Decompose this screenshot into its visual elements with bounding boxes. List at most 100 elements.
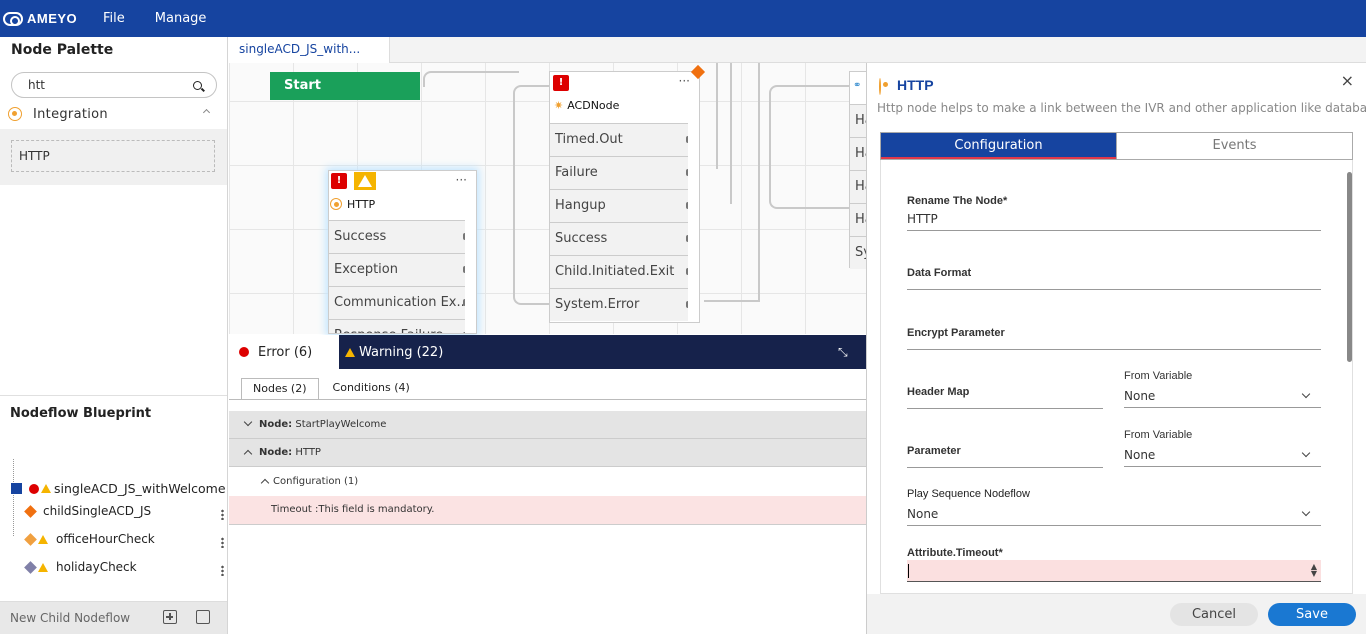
http-node[interactable]: ! ··· HTTP Success Exception Communicati…	[328, 170, 477, 334]
rename-input[interactable]: HTTP	[907, 212, 938, 226]
tab-configuration[interactable]: Configuration	[881, 133, 1116, 159]
kebab-menu-icon[interactable]	[221, 537, 224, 548]
spinner-icon[interactable]: ▲ ▼	[1311, 563, 1317, 578]
kebab-menu-icon[interactable]	[221, 565, 224, 576]
blueprint-child-label: officeHourCheck	[56, 532, 155, 546]
acd-port[interactable]: Child.Initiated.Exit	[550, 255, 688, 288]
http-node-title: HTTP	[347, 197, 376, 211]
http-port[interactable]: Success	[329, 220, 465, 253]
blueprint-child[interactable]: officeHourCheck	[24, 532, 155, 546]
menu-file[interactable]: File	[103, 11, 125, 26]
chevron-down-icon	[243, 417, 253, 427]
infinity-icon	[3, 11, 23, 26]
connector	[769, 85, 849, 209]
http-port[interactable]: Exception	[329, 253, 465, 286]
error-tab-label: Error (6)	[258, 344, 313, 360]
header-from-select[interactable]: None	[1124, 389, 1155, 403]
field-underline	[907, 525, 1321, 526]
blueprint-child[interactable]: holidayCheck	[24, 560, 137, 574]
acd-port[interactable]: System.Error	[550, 288, 688, 321]
diamond-icon	[24, 532, 37, 546]
acd-port[interactable]: Failure	[550, 156, 688, 189]
acd-port[interactable]: Success	[550, 222, 688, 255]
subtab-conditions[interactable]: Conditions (4)	[322, 378, 421, 400]
tab-warnings[interactable]: Warning (22)	[345, 335, 443, 369]
accordion-row[interactable]: Node: StartPlayWelcome	[229, 411, 866, 439]
encrypt-input[interactable]	[907, 349, 1321, 350]
connector	[423, 71, 519, 87]
timeout-input[interactable]: ▲ ▼	[907, 560, 1321, 582]
tab-nodeflow[interactable]: singleACD_JS_with...	[229, 37, 390, 63]
accordion-label: Node:	[259, 419, 293, 430]
subtab-nodes[interactable]: Nodes (2)	[241, 378, 319, 400]
tab-errors[interactable]: Error (6)	[229, 335, 339, 369]
integration-icon	[330, 198, 342, 210]
field-underline	[1124, 407, 1321, 408]
tab-events[interactable]: Events	[1116, 133, 1352, 159]
save-button[interactable]: Save	[1268, 603, 1356, 626]
search-icon[interactable]	[193, 81, 202, 90]
acd-node-title: ACDNode	[567, 98, 620, 112]
error-message-row[interactable]: Timeout :This field is mandatory.	[229, 496, 866, 525]
panel-description: Http node helps to make a link between t…	[877, 101, 1366, 115]
more-icon[interactable]: ···	[679, 74, 690, 88]
panel-footer: Cancel Save	[867, 594, 1366, 634]
integration-icon	[879, 78, 881, 95]
diamond-icon	[24, 504, 37, 518]
parameter-input[interactable]	[907, 467, 1103, 468]
acd-node-header: ✷ ACDNode	[554, 94, 619, 116]
accordion-row[interactable]: Node: HTTP	[229, 439, 866, 467]
text-caret	[908, 564, 909, 578]
cancel-button[interactable]: Cancel	[1170, 603, 1258, 626]
header-map-label: Header Map	[907, 386, 970, 398]
menu-manage[interactable]: Manage	[155, 11, 207, 26]
config-accordion[interactable]: Configuration (1)	[229, 468, 866, 496]
blueprint-root[interactable]: singleACD_JS_withWelcome	[11, 481, 226, 496]
configuration-form: Rename The Node* HTTP Data Format Encryp…	[880, 160, 1353, 594]
header-map-input[interactable]	[907, 408, 1103, 409]
chevron-down-icon[interactable]	[1301, 389, 1311, 399]
scrollbar[interactable]	[1347, 172, 1352, 362]
chevron-up-icon	[260, 478, 270, 488]
play-seq-select[interactable]: None	[907, 507, 938, 521]
blueprint-child[interactable]: childSingleACD_JS	[24, 504, 151, 518]
parameter-from-select[interactable]: None	[1124, 448, 1155, 462]
kebab-menu-icon[interactable]	[221, 509, 224, 520]
chevron-down-icon[interactable]	[1301, 507, 1311, 517]
chevron-down-icon[interactable]	[1301, 448, 1311, 458]
http-node-header: HTTP	[330, 193, 375, 215]
acd-port[interactable]: Timed.Out	[550, 123, 688, 156]
validation-tabbar: Error (6) Warning (22) ⤡	[229, 335, 866, 369]
warning-icon	[38, 534, 48, 544]
collapse-icon[interactable]: ⤡	[838, 345, 852, 359]
chevron-up-icon[interactable]	[202, 108, 211, 117]
acd-port[interactable]: Hangup	[550, 189, 688, 222]
editor-tabbar: singleACD_JS_with...	[229, 37, 1366, 63]
acd-node[interactable]: ! ··· ✷ ACDNode Timed.Out Failure Hangup …	[549, 71, 700, 323]
play-seq-label: Play Sequence Nodeflow	[907, 488, 1030, 500]
tree-connector	[13, 459, 14, 536]
blueprint-root-label: singleACD_JS_withWelcome	[54, 481, 226, 496]
divider	[0, 395, 227, 396]
warning-badge-icon	[354, 172, 376, 190]
palette-search-input[interactable]: htt	[11, 72, 217, 98]
diamond-icon	[24, 560, 37, 574]
data-format-input[interactable]	[907, 289, 1321, 290]
new-child-nodeflow-label: New Child Nodeflow	[10, 611, 131, 625]
more-icon[interactable]: ···	[456, 173, 467, 187]
ameyo-logo: AMEYO	[3, 11, 95, 26]
http-port[interactable]: Response Failure	[329, 319, 465, 333]
import-nodeflow-button[interactable]	[196, 610, 210, 624]
palette-items: HTTP	[0, 129, 227, 185]
app-header: AMEYO File Manage	[0, 0, 1366, 37]
left-panel: Node Palette htt Integration HTTP Nodefl…	[0, 37, 228, 634]
connector	[704, 59, 760, 302]
accordion-value: StartPlayWelcome	[295, 419, 387, 430]
close-icon[interactable]: ×	[1341, 71, 1354, 90]
palette-item-http[interactable]: HTTP	[11, 140, 215, 172]
http-port[interactable]: Communication Ex...	[329, 286, 465, 319]
category-integration[interactable]: Integration	[0, 103, 227, 125]
parameter-label: Parameter	[907, 445, 961, 457]
add-nodeflow-button[interactable]	[163, 610, 177, 624]
start-node[interactable]: Start	[270, 72, 420, 100]
